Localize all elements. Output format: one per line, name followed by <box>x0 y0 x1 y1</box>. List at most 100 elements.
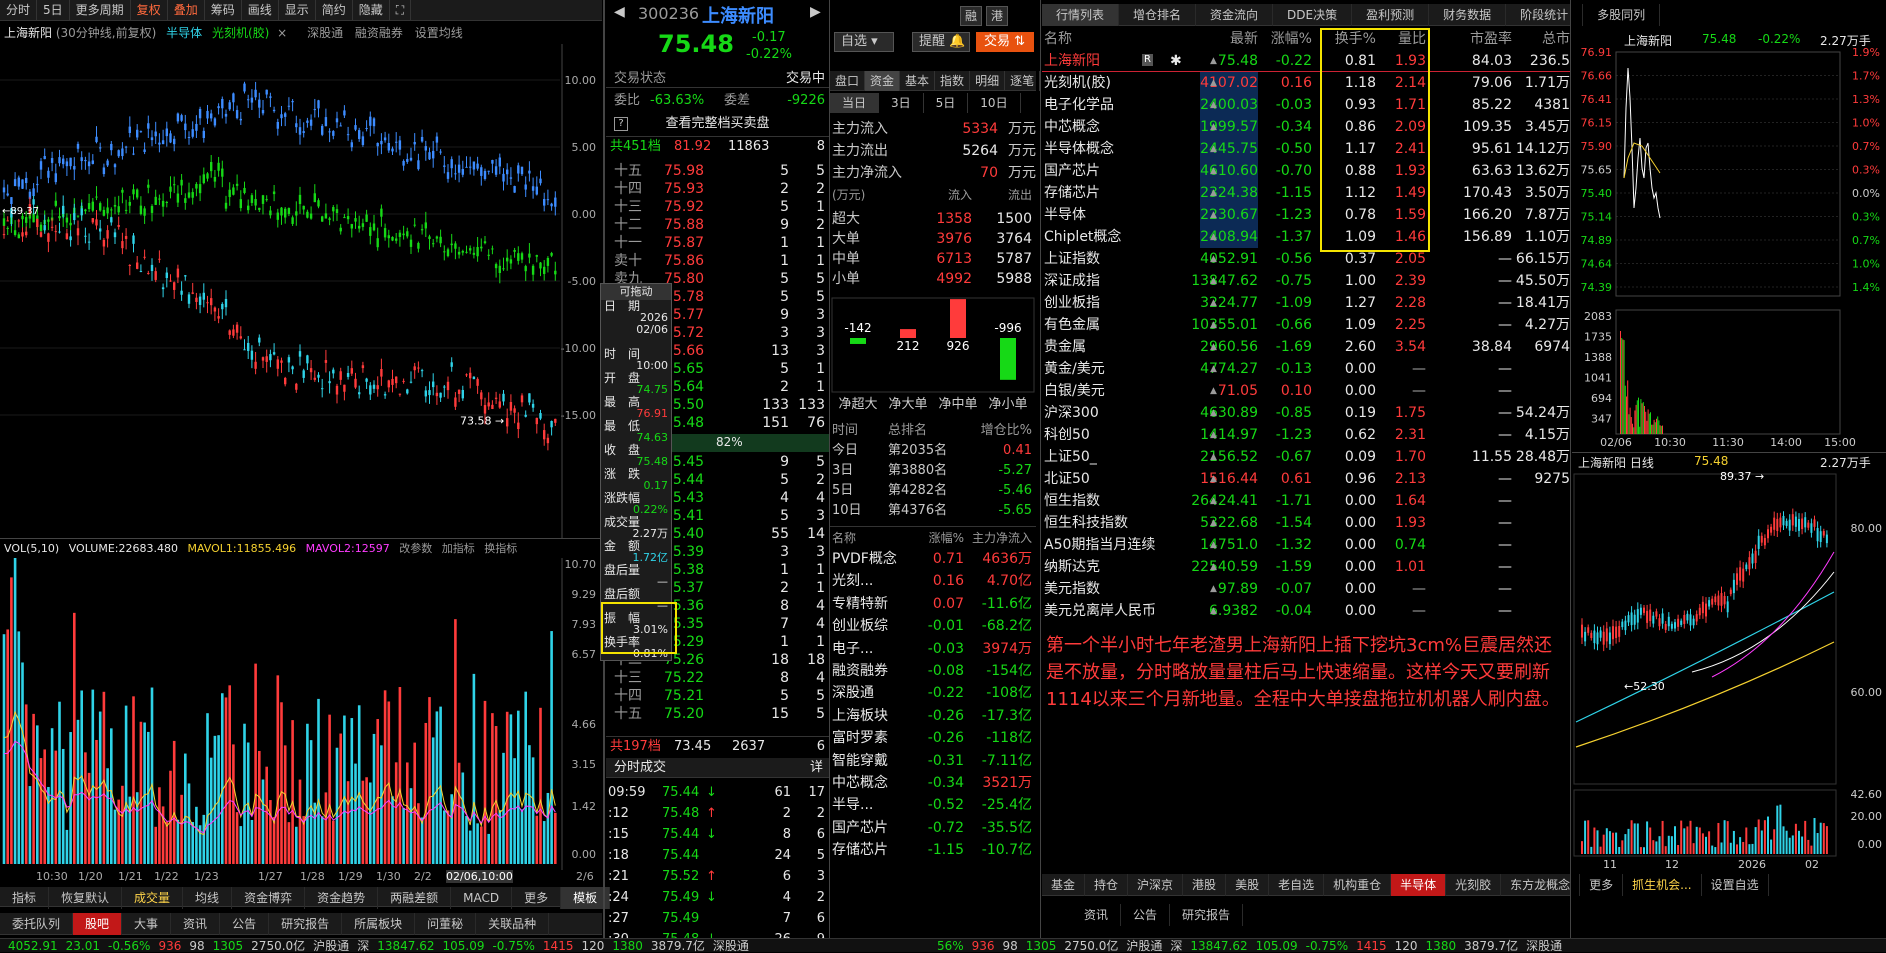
bell-icon[interactable]: ▲ <box>1210 600 1217 622</box>
tab-7[interactable]: 问董秘 <box>415 913 477 935</box>
tab-2[interactable]: 成交量 <box>122 887 184 909</box>
market-col[interactable]: 市盈率 <box>1470 28 1512 50</box>
sector-name[interactable]: 光刻... <box>832 570 873 592</box>
market-row[interactable]: 光刻机(胶) 4107.02 0.16 1.18 2.14 79.06 1.71万 ▲ <box>1042 72 1570 94</box>
market-row[interactable]: 上证指数 4052.91 -0.56 0.37 2.05—66.15万 ▲ <box>1042 248 1570 270</box>
bell-icon[interactable]: ▲ <box>1210 424 1217 446</box>
ask-row[interactable]: 十三 75.92 5 1 <box>606 198 829 216</box>
watch-tab-3[interactable]: 港股 <box>1183 874 1227 896</box>
sector-row[interactable]: 富时罗素 -0.26 -118亿 <box>830 727 1036 749</box>
tab-7[interactable]: MACD <box>451 887 513 909</box>
bell-icon[interactable]: ▲ <box>1210 270 1217 292</box>
period-1[interactable]: 3日 <box>879 93 924 113</box>
market-col[interactable]: 涨幅% <box>1271 28 1312 50</box>
toolbar-7[interactable]: 显示 <box>279 0 316 20</box>
market-row[interactable]: 黄金/美元 4774.27 -0.13 0.00 — — ▲ <box>1042 358 1570 380</box>
full-depth-link[interactable]: ? 查看完整档买卖盘 <box>606 114 829 134</box>
sector-name[interactable]: PVDF概念 <box>832 548 897 570</box>
hk-tag[interactable]: 港 <box>986 6 1008 26</box>
market-col[interactable]: 总市 <box>1542 28 1570 50</box>
quick-hk-connect[interactable]: 深股通 <box>307 26 343 40</box>
bell-icon[interactable]: ▲ <box>1210 116 1217 138</box>
watch-tab-6[interactable]: 机构重仓 <box>1324 874 1392 896</box>
bell-icon[interactable]: ▲ <box>1210 358 1217 380</box>
sub-tab-1[interactable]: 公告 <box>1121 904 1171 926</box>
sector-name[interactable]: 富时罗素 <box>832 727 888 749</box>
bell-icon[interactable]: ▲ <box>1210 94 1217 116</box>
sub-tab-0[interactable]: 资讯 <box>1072 904 1122 926</box>
quick-margin[interactable]: 融资融券 <box>355 26 403 40</box>
market-row[interactable]: 美元指数 97.89 -0.07 0.00 — — ▲ <box>1042 578 1570 600</box>
overlay-litho[interactable]: 光刻机(胶) <box>212 26 269 40</box>
bell-icon[interactable]: ▲ <box>1210 380 1217 402</box>
tab-3[interactable]: 均线 <box>183 887 233 909</box>
ask-row[interactable]: 十四 75.93 2 2 <box>606 180 829 198</box>
market-row[interactable]: 半导体 2230.67 -1.23 0.78 1.59 166.20 7.87万 ▲ <box>1042 204 1570 226</box>
help-icon[interactable]: ? <box>614 117 628 131</box>
market-col[interactable]: 名称 <box>1044 28 1072 50</box>
market-row[interactable]: 创业板指 3224.77 -1.09 1.27 2.28 —18.41万 ▲ <box>1042 292 1570 314</box>
tooltip-header[interactable]: 可拖动 <box>601 284 671 300</box>
sector-row[interactable]: 光刻... 0.16 4.70亿 <box>830 570 1036 592</box>
fund-tab-1[interactable]: 资金 <box>865 71 901 91</box>
tab-8[interactable]: 更多 <box>512 887 562 909</box>
sector-name[interactable]: 智能穿戴 <box>832 750 888 772</box>
watch-tab-4[interactable]: 美股 <box>1226 874 1270 896</box>
sector-row[interactable]: 智能穿戴 -0.31 -7.11亿 <box>830 750 1036 772</box>
toolbar-9[interactable]: 隐藏 <box>353 0 390 20</box>
sector-row[interactable]: 融资融券 -0.08 -154亿 <box>830 660 1036 682</box>
quick-set-ma[interactable]: 设置均线 <box>415 26 463 40</box>
market-row[interactable]: 半导体概念 2445.75 -0.50 1.17 2.41 95.61 14.12万 ▲ <box>1042 138 1570 160</box>
market-row[interactable]: 中芯概念 1999.57 -0.34 0.86 2.09 109.35 3.45万 ▲ <box>1042 116 1570 138</box>
toolbar-4[interactable]: 叠加 <box>168 0 205 20</box>
trade-button[interactable]: 交易 ⇅ <box>976 32 1034 52</box>
tab-8[interactable]: 关联品种 <box>476 913 550 935</box>
watch-tab-7[interactable]: 半导体 <box>1391 874 1447 896</box>
market-tab-1[interactable]: 增仓排名 <box>1119 4 1197 26</box>
sector-row[interactable]: 国产芯片 -0.72 -35.5亿 <box>830 817 1036 839</box>
sector-name[interactable]: 融资融券 <box>832 660 888 682</box>
sector-row[interactable]: PVDF概念 0.71 4636万 <box>830 548 1036 570</box>
period-2[interactable]: 5日 <box>924 93 969 113</box>
ask-row[interactable]: 卖十 75.86 1 1 <box>606 252 829 270</box>
bell-icon[interactable]: ▲ <box>1210 446 1217 468</box>
market-row[interactable]: 纳斯达克 22540.59 -1.59 0.00 1.01 — ▲ <box>1042 556 1570 578</box>
volume-chart[interactable]: 10.70 9.29 7.93 6.57 4.66 3.15 1.42 0.00 <box>0 558 602 870</box>
toolbar-1[interactable]: 5日 <box>37 0 70 20</box>
bell-icon[interactable]: ▲ <box>1210 138 1217 160</box>
sector-row[interactable]: 半导... -0.52 -25.4亿 <box>830 794 1036 816</box>
market-col[interactable]: 最新 <box>1230 28 1258 50</box>
tab-1[interactable]: 股吧 <box>73 913 123 935</box>
vol-edit-params[interactable]: 改参数 <box>399 542 432 555</box>
market-row[interactable]: 有色金属 10355.01 -0.66 1.09 2.25 — 4.27万 ▲ <box>1042 314 1570 336</box>
bell-icon[interactable]: ▲ <box>1210 314 1217 336</box>
market-row[interactable]: 北证50 1516.44 0.61 0.96 2.13 — 9275 ▲ <box>1042 468 1570 490</box>
sector-name[interactable]: 专精特新 <box>832 593 888 615</box>
bid-row[interactable]: 十三 75.22 8 4 <box>606 669 829 687</box>
bell-icon[interactable]: ▲ <box>1210 512 1217 534</box>
tab-6[interactable]: 两融差额 <box>378 887 452 909</box>
bell-icon[interactable]: ▲ <box>1210 182 1217 204</box>
sector-row[interactable]: 中芯概念 -0.34 3521万 <box>830 772 1036 794</box>
bell-icon[interactable]: ▲ <box>1210 556 1217 578</box>
bell-icon[interactable]: ▲ <box>1210 468 1217 490</box>
tab-3[interactable]: 资讯 <box>171 913 221 935</box>
full-depth-label[interactable]: 查看完整档买卖盘 <box>665 116 769 131</box>
next-stock-icon[interactable]: ▶ <box>810 4 821 20</box>
bell-icon[interactable]: ▲ <box>1210 534 1217 556</box>
bell-icon[interactable]: ▲ <box>1210 72 1217 94</box>
sector-name[interactable]: 国产芯片 <box>832 817 888 839</box>
market-row[interactable]: 上证50_ 2156.52 -0.67 0.09 1.70 11.55 28.48万 ▲ <box>1042 446 1570 468</box>
close-overlay-icon[interactable]: × <box>277 26 287 40</box>
ticks-detail-button[interactable]: 详 <box>810 758 823 778</box>
period-3[interactable]: 10日 <box>968 93 1021 113</box>
market-row[interactable]: 存储芯片 2324.38 -1.15 1.12 1.49 170.43 3.50万 ▲ <box>1042 182 1570 204</box>
vol-switch-indicator[interactable]: 换指标 <box>484 542 517 555</box>
kline-chart[interactable]: 10.00 5.00 0.00 -5.00 -10.00 -15.00 73.58 → ←89… <box>0 44 602 538</box>
tab-4[interactable]: 资金博弈 <box>232 887 306 909</box>
daily-mini-chart[interactable]: 80.00 60.00 89.37 → ←52.30 42.60 20.00 0.00 11 1… <box>1572 472 1886 872</box>
market-tab-5[interactable]: 财务数据 <box>1429 4 1507 26</box>
watchlist-button[interactable]: 自选 ▾ <box>834 32 894 52</box>
tab-4[interactable]: 公告 <box>220 913 270 935</box>
sector-row[interactable]: 上海板块 -0.26 -17.3亿 <box>830 705 1036 727</box>
